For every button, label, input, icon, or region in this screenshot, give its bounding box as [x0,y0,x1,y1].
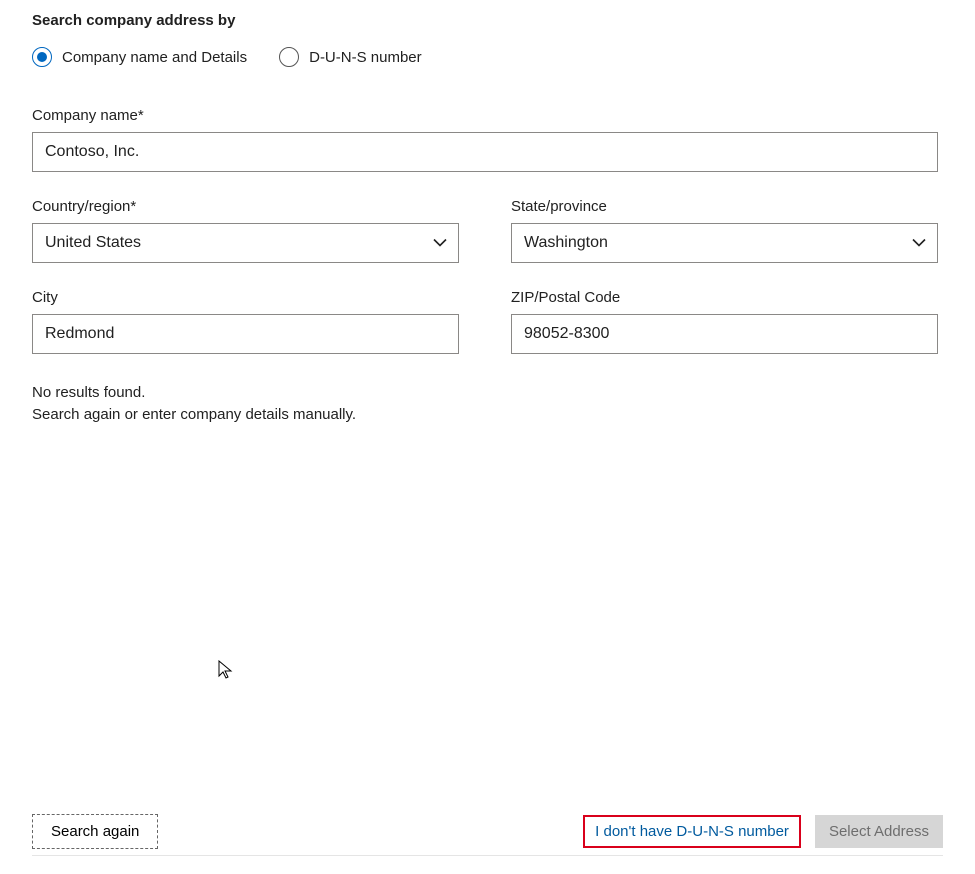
field-city: City [32,289,459,354]
label-state: State/province [511,198,938,215]
radio-label: Company name and Details [62,49,247,66]
radio-company-details[interactable]: Company name and Details [32,47,247,67]
mouse-cursor-icon [218,660,234,680]
status-no-results: No results found. Search again or enter … [32,382,943,426]
label-city: City [32,289,459,306]
select-country[interactable]: United States [32,223,459,263]
search-again-button[interactable]: Search again [32,814,158,849]
field-country: Country/region* United States [32,198,459,263]
status-line1: No results found. [32,382,943,404]
label-country: Country/region* [32,198,459,215]
field-company-name: Company name* [32,107,938,172]
input-city[interactable] [32,314,459,354]
heading-search-by: Search company address by [32,12,943,29]
select-address-button[interactable]: Select Address [815,815,943,848]
radio-group-search-by: Company name and Details D-U-N-S number [32,47,943,67]
field-state: State/province Washington [511,198,938,263]
form-grid: Company name* Country/region* United Sta… [32,107,943,354]
radio-label: D-U-N-S number [309,49,422,66]
label-zip: ZIP/Postal Code [511,289,938,306]
radio-icon [32,47,52,67]
radio-duns-number[interactable]: D-U-N-S number [279,47,422,67]
label-company-name: Company name* [32,107,938,124]
select-state[interactable]: Washington [511,223,938,263]
no-duns-link[interactable]: I don't have D-U-N-S number [583,815,801,848]
status-line2: Search again or enter company details ma… [32,404,943,426]
input-zip[interactable] [511,314,938,354]
field-zip: ZIP/Postal Code [511,289,938,354]
radio-icon [279,47,299,67]
input-company-name[interactable] [32,132,938,172]
footer-actions: Search again I don't have D-U-N-S number… [32,814,943,856]
